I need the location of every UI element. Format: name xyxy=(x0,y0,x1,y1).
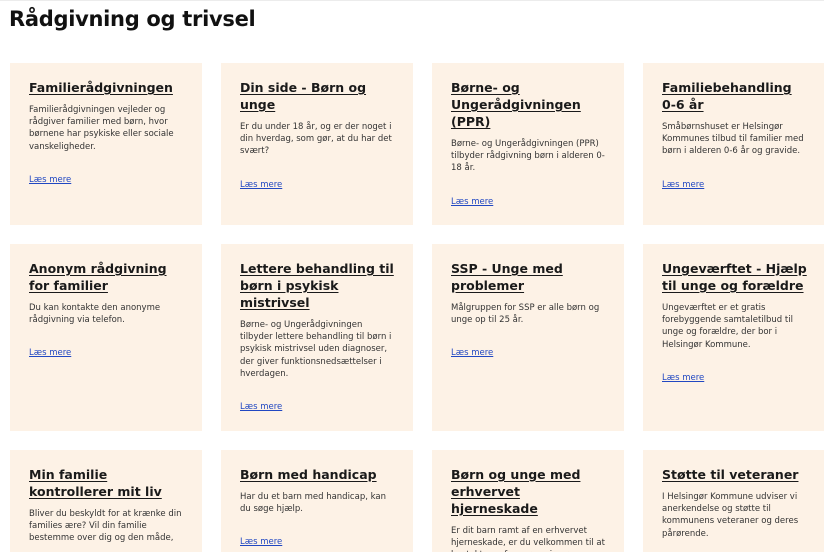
card-title-link[interactable]: Familierådgivningen xyxy=(29,79,184,96)
card-anonym-raadgivning: Anonym rådgivning for familier Du kan ko… xyxy=(10,244,202,431)
card-title-link[interactable]: Støtte til veteraner xyxy=(662,466,807,483)
read-more-link[interactable]: Læs mere xyxy=(662,373,704,383)
card-min-familie: Min familie kontrollerer mit liv Bliver … xyxy=(10,450,202,552)
read-more-link[interactable]: Læs mere xyxy=(662,180,704,190)
card-description: Målgruppen for SSP er alle børn og unge … xyxy=(451,303,600,326)
card-title-link[interactable]: Ungeværftet - Hjælp til unge og forældre xyxy=(662,260,807,294)
card-familieraadgivningen: Familierådgivningen Familierådgivningen … xyxy=(10,63,202,225)
card-ssp: SSP - Unge med problemer Målgruppen for … xyxy=(432,244,624,431)
read-more-link[interactable]: Læs mere xyxy=(29,348,71,358)
read-more-link[interactable]: Læs mere xyxy=(240,537,282,547)
card-grid: Familierådgivningen Familierådgivningen … xyxy=(10,63,824,552)
card-title-link[interactable]: Børne- og Ungerådgivningen (PPR) xyxy=(451,79,581,130)
card-description: I Helsingør Kommune udviser vi anerkende… xyxy=(662,492,799,539)
card-title-link[interactable]: Børn med handicap xyxy=(240,466,395,483)
card-hjerneskade: Børn og unge med erhvervet hjerneskade E… xyxy=(432,450,624,552)
card-title-link[interactable]: Familiebehandling 0-6 år xyxy=(662,79,807,113)
card-veteraner: Støtte til veteraner I Helsingør Kommune… xyxy=(643,450,824,552)
card-title-link[interactable]: SSP - Unge med problemer xyxy=(451,260,606,294)
card-din-side: Din side - Børn og unge Er du under 18 å… xyxy=(221,63,413,225)
read-more-link[interactable]: Læs mere xyxy=(451,348,493,358)
card-description: Er du under 18 år, og er der noget i din… xyxy=(240,122,392,157)
card-description: Har du et barn med handicap, kan du søge… xyxy=(240,492,386,515)
card-familiebehandling: Familiebehandling 0-6 år Småbørnshuset e… xyxy=(643,63,824,225)
card-title-link[interactable]: Børn og unge med erhvervet hjerneskade xyxy=(451,466,606,517)
card-ppr: Børne- og Ungerådgivningen (PPR) Børne- … xyxy=(432,63,624,225)
read-more-link[interactable]: Læs mere xyxy=(451,197,493,207)
card-description: Ungeværftet er et gratis forebyggende sa… xyxy=(662,303,793,350)
read-more-link[interactable]: Læs mere xyxy=(240,180,282,190)
card-title-link[interactable]: Lettere behandling til børn i psykisk mi… xyxy=(240,260,395,311)
card-description: Småbørnshuset er Helsingør Kommunes tilb… xyxy=(662,122,804,157)
card-description: Familierådgivningen vejleder og rådgiver… xyxy=(29,105,174,152)
card-title-link[interactable]: Anonym rådgivning for familier xyxy=(29,260,184,294)
card-lettere-behandling: Lettere behandling til børn i psykisk mi… xyxy=(221,244,413,431)
read-more-link[interactable]: Læs mere xyxy=(240,402,282,412)
card-description: Bliver du beskyldt for at krænke din fam… xyxy=(29,509,182,544)
card-ungevaerftet: Ungeværftet - Hjælp til unge og forældre… xyxy=(643,244,824,431)
read-more-link[interactable]: Læs mere xyxy=(29,175,71,185)
page-title: Rådgivning og trivsel xyxy=(9,7,256,31)
card-title-link[interactable]: Min familie kontrollerer mit liv xyxy=(29,466,184,500)
card-description: Er dit barn ramt af en erhvervet hjernes… xyxy=(451,526,605,552)
card-description: Børne- og Ungerådgivningen (PPR) tilbyde… xyxy=(451,139,605,174)
top-border xyxy=(0,0,824,1)
card-description: Børne- og Ungerådgivningen tilbyder lett… xyxy=(240,320,392,379)
card-boern-med-handicap: Børn med handicap Har du et barn med han… xyxy=(221,450,413,552)
card-title-link[interactable]: Din side - Børn og unge xyxy=(240,79,395,113)
card-description: Du kan kontakte den anonyme rådgivning v… xyxy=(29,303,161,326)
